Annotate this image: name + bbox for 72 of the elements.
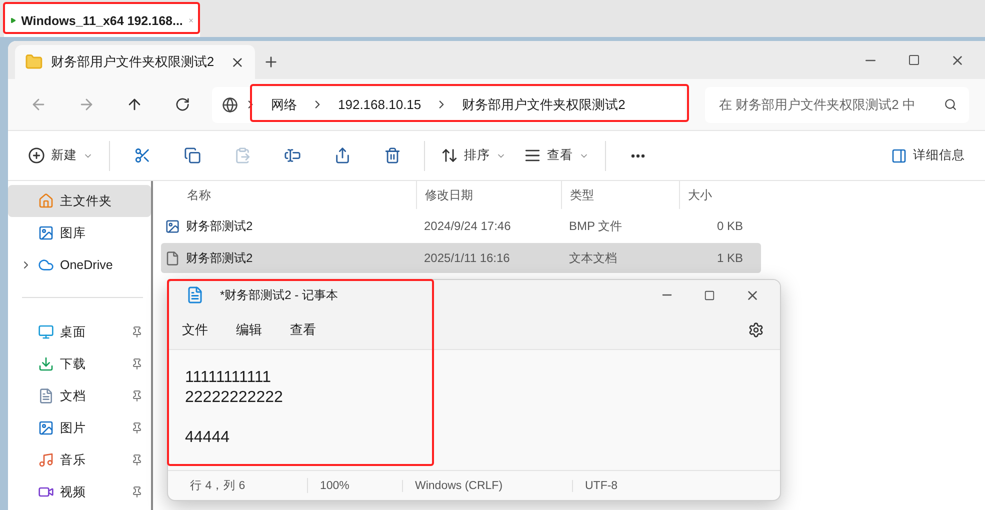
column-header[interactable]: 大小: [679, 181, 751, 209]
table-cell-text: 文本文档: [568, 250, 618, 266]
sidebar-item[interactable]: 下载: [8, 348, 151, 380]
sidebar-item[interactable]: 文档: [8, 380, 151, 412]
breadcrumb[interactable]: 网络: [263, 96, 305, 114]
lines-icon: [524, 147, 541, 164]
plus-icon: [28, 147, 45, 164]
status-text: UTF-8: [584, 480, 619, 492]
sort-button[interactable]: 排序: [433, 138, 514, 172]
sidebar-item[interactable]: 主文件夹: [8, 185, 151, 217]
column-header[interactable]: 名称: [161, 181, 416, 209]
column-header[interactable]: 修改日期: [416, 181, 561, 209]
settings-icon[interactable]: [748, 322, 764, 338]
file-name: 财务部测试2: [186, 218, 253, 234]
column-header[interactable]: 类型: [561, 181, 679, 209]
view-button[interactable]: 查看: [516, 138, 597, 172]
rename-icon: [284, 147, 300, 164]
window-title: *财务部测试2 - 记事本: [220, 286, 338, 304]
globe-icon: [222, 96, 238, 112]
breadcrumb[interactable]: 192.168.10.15: [330, 97, 430, 112]
table-cell-text: 2025/1/11 16:16: [423, 251, 511, 265]
picture-icon: [38, 420, 54, 436]
menu-item[interactable]: 编辑: [228, 320, 270, 338]
tab-title: 财务部用户文件夹权限测试2: [50, 53, 214, 71]
cloud-icon: [38, 257, 54, 273]
text-content[interactable]: 11111111111 22222222222 44444: [168, 350, 780, 470]
cut-icon: [134, 147, 150, 164]
sidebar-item[interactable]: 音乐: [8, 444, 151, 476]
table-cell-text: 1 KB: [716, 251, 744, 265]
status-text: 100%: [308, 480, 403, 492]
file-row[interactable]: 财务部测试2 2024/9/24 17:46 BMP 文件 0 KB: [161, 211, 761, 241]
menu-item[interactable]: 文件: [174, 320, 216, 338]
paste-icon: [234, 147, 250, 164]
document-icon: [38, 388, 54, 404]
folder-icon: [25, 53, 43, 71]
more-icon: [631, 154, 645, 158]
download-icon: [38, 356, 54, 372]
share-icon: [334, 147, 350, 164]
address-bar[interactable]: 网络 192.168.10.15 财务部用户文件夹权限测试2: [212, 86, 685, 122]
vm-tab[interactable]: Windows_11_x64 192.168...: [4, 4, 200, 37]
monitor-icon: [38, 324, 54, 340]
panel-icon: [891, 148, 907, 164]
table-cell-text: BMP 文件: [568, 218, 624, 234]
file-name: 财务部测试2: [186, 250, 253, 266]
maximize-icon[interactable]: [704, 290, 715, 300]
notepad-icon: [186, 286, 204, 304]
breadcrumb[interactable]: 财务部用户文件夹权限测试2: [454, 96, 634, 114]
home-icon: [38, 193, 54, 209]
search-icon[interactable]: [944, 98, 957, 110]
sidebar-item[interactable]: 图库: [8, 217, 151, 249]
maximize-icon[interactable]: [908, 54, 920, 66]
table-cell-text: 2024/9/24 17:46: [423, 219, 512, 233]
delete-icon: [384, 147, 400, 164]
picture-icon: [38, 225, 54, 241]
search-field[interactable]: 在 财务部用户文件夹权限测试2 中: [705, 86, 969, 122]
details-button[interactable]: 详细信息: [883, 138, 973, 172]
sidebar-item[interactable]: 视频: [8, 476, 151, 508]
menu-item[interactable]: 查看: [282, 320, 324, 338]
status-text: Windows (CRLF): [403, 480, 573, 492]
new-button[interactable]: 新建: [20, 138, 101, 172]
refresh-icon: [174, 97, 190, 112]
new-tab-icon[interactable]: [263, 54, 279, 70]
sidebar-item[interactable]: 图片: [8, 412, 151, 444]
status-text: 行 4，列 6: [168, 478, 308, 493]
sort-icon: [441, 147, 458, 164]
music-icon: [38, 452, 54, 468]
sidebar-item[interactable]: OneDrive: [8, 249, 151, 281]
table-cell-text: 0 KB: [716, 219, 744, 233]
sidebar-item[interactable]: 桌面: [8, 316, 151, 348]
explorer-tab[interactable]: 财务部用户文件夹权限测试2: [15, 45, 255, 79]
file-row[interactable]: 财务部测试2 2025/1/11 16:16 文本文档 1 KB: [161, 243, 761, 273]
copy-icon: [184, 147, 200, 164]
